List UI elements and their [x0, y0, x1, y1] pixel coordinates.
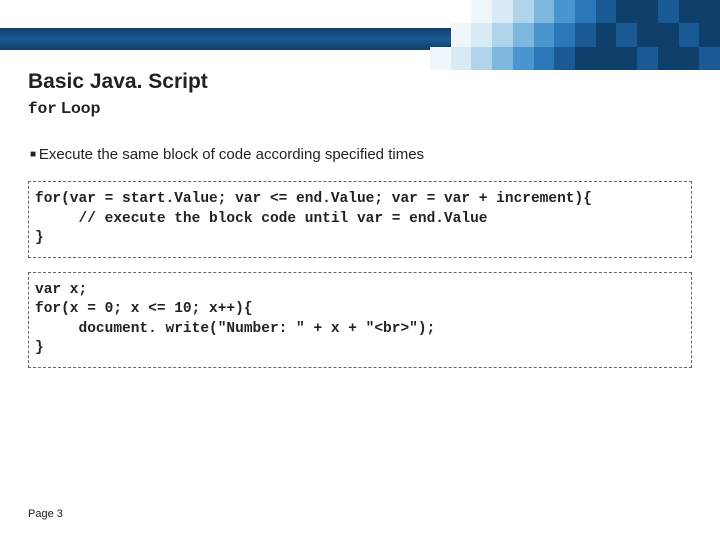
slide-content: Basic Java. Script for Loop Execute the …	[28, 70, 692, 500]
slide-title: Basic Java. Script	[28, 70, 692, 94]
code-box-syntax: for(var = start.Value; var <= end.Value;…	[28, 181, 692, 258]
subtitle-rest: Loop	[57, 100, 101, 117]
page-number: Page 3	[28, 508, 63, 520]
subtitle-mono: for	[28, 100, 57, 118]
code-box-example: var x; for(x = 0; x <= 10; x++){ documen…	[28, 272, 692, 368]
slide-banner	[0, 0, 720, 52]
slide-subtitle: for Loop	[28, 100, 692, 118]
bullet-point: Execute the same block of code according…	[28, 146, 692, 163]
banner-squares	[430, 0, 720, 70]
